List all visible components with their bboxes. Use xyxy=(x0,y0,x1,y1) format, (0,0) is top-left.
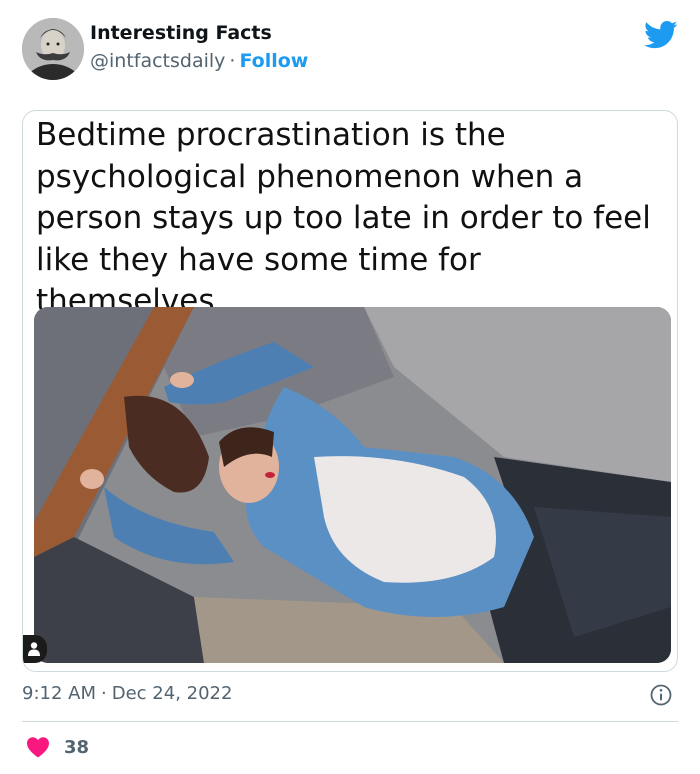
author-name[interactable]: Interesting Facts xyxy=(90,22,272,44)
info-icon[interactable] xyxy=(650,684,672,706)
portrait-avatar-icon xyxy=(22,18,84,80)
author-handle[interactable]: @intfactsdaily xyxy=(90,50,225,72)
avatar[interactable] xyxy=(22,18,84,80)
author-handle-line: @intfactsdaily · Follow xyxy=(90,50,308,72)
divider xyxy=(22,721,678,722)
timestamp-separator: · xyxy=(101,683,107,704)
embedded-card[interactable]: Bedtime procrastination is the psycholog… xyxy=(22,110,678,672)
card-text: Bedtime procrastination is the psycholog… xyxy=(36,117,651,319)
tweet: Interesting Facts @intfactsdaily · Follow … xyxy=(0,0,700,774)
person-icon xyxy=(28,642,40,656)
tweet-time: 9:12 AM xyxy=(22,683,96,704)
handle-separator: · xyxy=(229,50,236,72)
like-button[interactable]: 38 xyxy=(26,735,89,759)
card-photo[interactable] xyxy=(34,307,671,663)
follow-button[interactable]: Follow xyxy=(239,50,308,72)
heart-icon xyxy=(27,737,49,758)
alt-badge[interactable] xyxy=(23,635,47,663)
like-count: 38 xyxy=(64,736,90,758)
twitter-bird-icon[interactable] xyxy=(644,20,678,50)
photo-illustration xyxy=(34,307,671,663)
tweet-date: Dec 24, 2022 xyxy=(111,683,233,704)
tweet-timestamp[interactable]: 9:12 AM · Dec 24, 2022 xyxy=(22,683,232,704)
